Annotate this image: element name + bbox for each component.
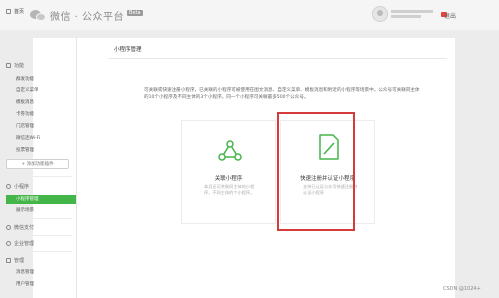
sidebar-item-card-coupon[interactable]: 卡券功能	[16, 111, 34, 117]
divider	[6, 235, 72, 236]
mini-program-icon	[6, 184, 11, 189]
link-mini-program-card[interactable]: 关联小程序 本月还可关联同主体的小程序，不同主体的个小程序。	[181, 120, 276, 224]
watermark: CSDN @1024+	[443, 286, 481, 292]
divider	[6, 218, 72, 219]
add-plugin-button[interactable]: + 添加功能插件	[6, 159, 69, 169]
features-icon	[6, 63, 11, 68]
sidebar-item-template-msg[interactable]: 模板消息	[16, 99, 34, 105]
sidebar-item-vote[interactable]: 投票管理	[16, 147, 34, 153]
sidebar-group-mini-program[interactable]: 小程序	[6, 183, 29, 190]
title-divider	[108, 58, 447, 59]
sidebar-item-label: 首页	[14, 9, 25, 15]
wechat-bubbles-icon	[30, 9, 46, 22]
sidebar-item-store[interactable]: 门店管理	[16, 123, 34, 129]
enterprise-icon	[6, 241, 11, 246]
share-nodes-icon	[218, 140, 242, 161]
page-description: 可关联或快速注册小程序，已关联的小程序可被使用在图文消息、自定义菜单、模板消息和…	[144, 88, 420, 100]
sidebar-item-wifi[interactable]: 微信连Wi-Fi	[16, 135, 40, 141]
card-description: 本月还可关联同主体的小程序，不同主体的个小程序。	[204, 184, 255, 195]
sidebar-group-features[interactable]: 功能	[6, 62, 24, 69]
manage-icon	[6, 258, 11, 263]
wechat-logo[interactable]: 微信 · 公众平台 Beta	[30, 8, 143, 23]
card-title: 关联小程序	[214, 176, 243, 182]
user-info-blurred	[391, 10, 433, 18]
highlight-box	[277, 112, 355, 231]
sidebar-group-enterprise[interactable]: 企业管理	[6, 240, 34, 247]
sidebar-item-messages[interactable]: 消息管理	[16, 269, 34, 275]
sidebar-item-custom-menu[interactable]: 自定义菜单	[16, 87, 39, 93]
logout-link[interactable]: 退出	[444, 11, 456, 20]
page-title: 小程序管理	[114, 47, 142, 53]
pay-icon	[6, 225, 11, 230]
sidebar-group-manage[interactable]: 管理	[6, 257, 24, 264]
sidebar-item-scenes[interactable]: 展示场景	[16, 207, 34, 213]
beta-badge: Beta	[127, 10, 143, 16]
sidebar-group-wechat-pay[interactable]: 微信支付	[6, 224, 34, 231]
sidebar-item-users[interactable]: 用户管理	[16, 281, 34, 287]
app-title: 微信 · 公众平台	[50, 12, 125, 23]
sidebar-item-home[interactable]: 首页	[6, 8, 24, 15]
top-bar: 微信 · 公众平台 Beta 退出	[0, 0, 499, 30]
avatar[interactable]	[372, 6, 388, 22]
user-account[interactable]	[372, 6, 447, 22]
sidebar-item-mini-program-manage[interactable]: 小程序管理	[6, 195, 76, 204]
sidebar-item-mass-send[interactable]: 群发功能	[16, 76, 34, 82]
home-icon	[6, 9, 11, 14]
divider	[6, 251, 72, 252]
divider	[6, 176, 72, 177]
